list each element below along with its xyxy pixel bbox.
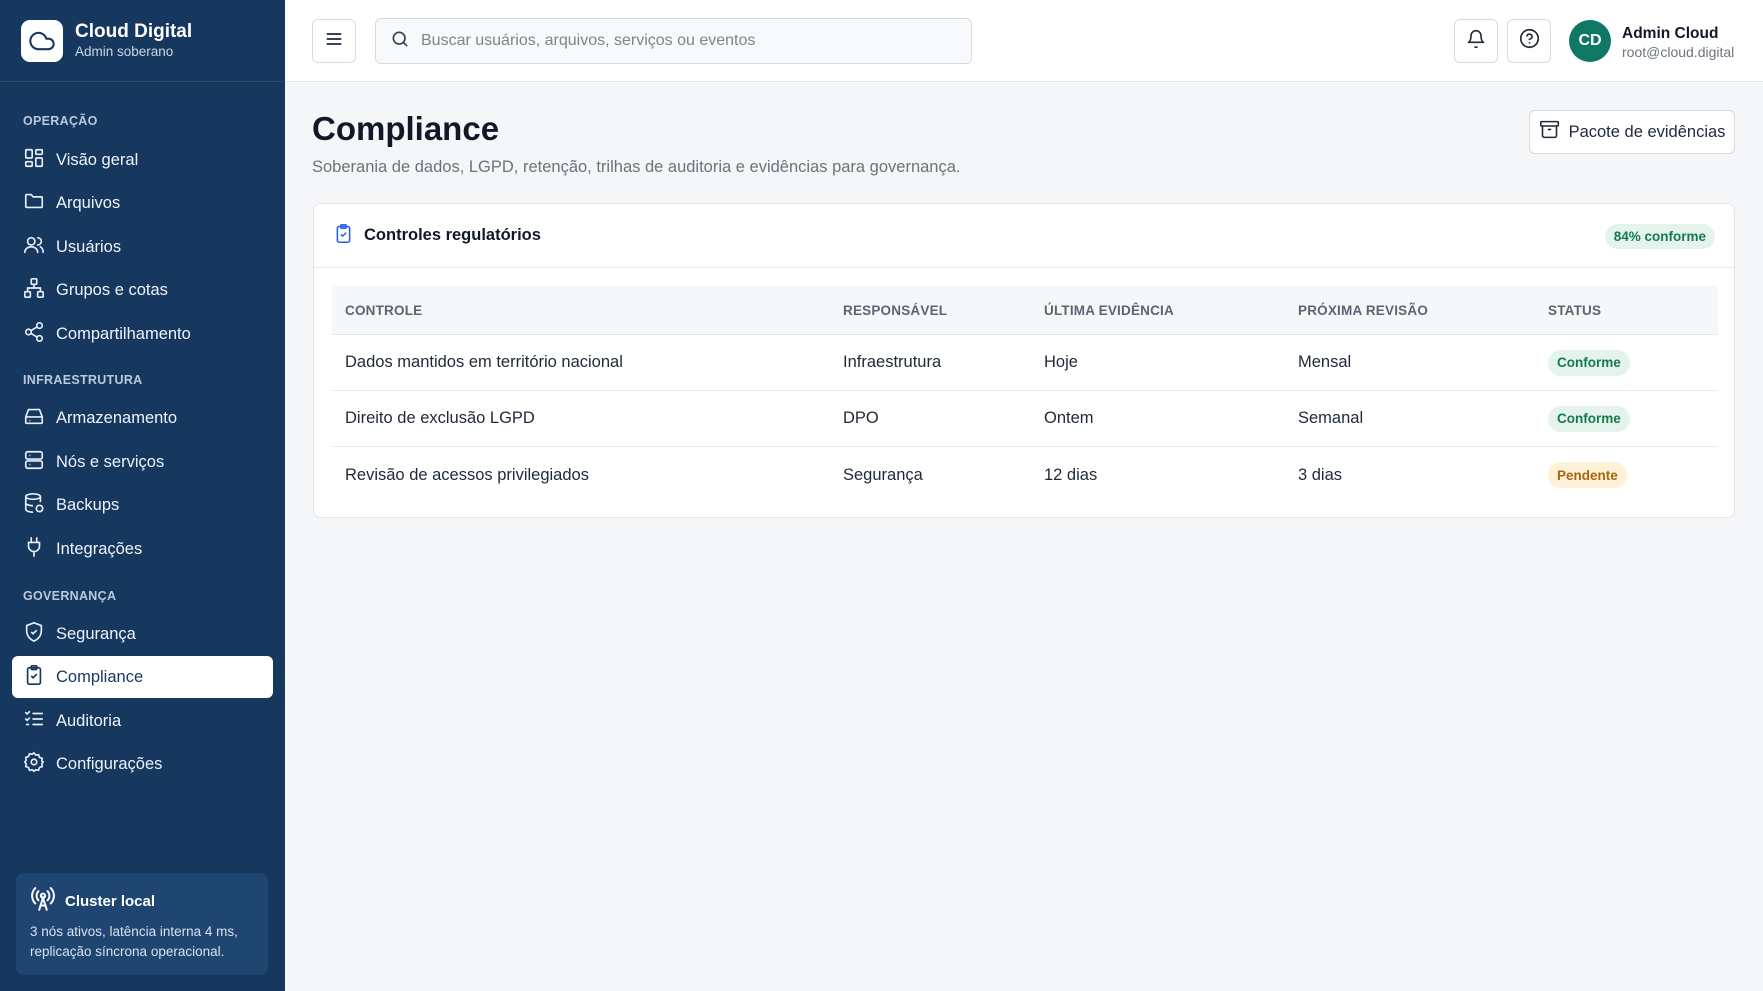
search-box <box>375 18 972 64</box>
column-header-responsavel[interactable]: RESPONSÁVEL <box>843 303 947 318</box>
sidebar-item-label: Integrações <box>56 539 143 558</box>
sidebar-item-usuarios[interactable]: Usuários <box>12 226 273 268</box>
sidebar-item-label: Usuários <box>56 237 122 256</box>
nav-section-operacao: OPERAÇÃO <box>23 114 98 128</box>
sidebar-item-label: Configurações <box>56 754 163 773</box>
list-checks-icon <box>23 708 45 735</box>
cell-owner: DPO <box>843 409 879 427</box>
gear-icon <box>23 751 45 778</box>
sidebar-item-label: Auditoria <box>56 711 122 730</box>
cell-next-review: Mensal <box>1298 353 1352 371</box>
sidebar-item-label: Nós e serviços <box>56 452 165 471</box>
share-icon <box>23 321 45 348</box>
cell-control: Direito de exclusão LGPD <box>345 409 535 427</box>
sidebar-item-label: Segurança <box>56 624 136 643</box>
sidebar-item-backups[interactable]: Backups <box>12 484 273 526</box>
sidebar-item-seguranca[interactable]: Segurança <box>12 613 273 655</box>
sidebar-item-compliance[interactable]: Compliance <box>12 656 273 698</box>
sidebar-item-arquivos[interactable]: Arquivos <box>12 182 273 224</box>
user-email: root@cloud.digital <box>1622 44 1735 60</box>
topbar: CD Admin Cloud root@cloud.digital <box>285 0 1763 82</box>
cell-last-evidence: Ontem <box>1044 409 1094 427</box>
table-row[interactable]: Dados mantidos em território nacional In… <box>332 335 1718 391</box>
evidence-button-label: Pacote de evidências <box>1568 122 1726 141</box>
cell-last-evidence: 12 dias <box>1044 465 1098 484</box>
users-icon <box>23 234 45 261</box>
table-row[interactable]: Direito de exclusão LGPD DPO Ontem Seman… <box>332 391 1718 447</box>
status-badge: Pendente <box>1548 462 1627 488</box>
hard-drive-icon <box>23 405 45 432</box>
nav-section-infraestrutura: INFRAESTRUTURA <box>23 373 143 387</box>
folder-icon <box>23 190 45 217</box>
radio-tower-icon <box>30 886 65 916</box>
database-backup-icon <box>23 492 45 519</box>
sidebar-item-label: Armazenamento <box>56 408 178 427</box>
table-header: CONTROLE RESPONSÁVEL ÚLTIMA EVIDÊNCIA PR… <box>332 286 1718 335</box>
search-input[interactable] <box>421 32 961 50</box>
sidebar: Cloud Digital Admin soberano OPERAÇÃO Vi… <box>0 0 285 991</box>
status-badge: Conforme <box>1548 405 1630 432</box>
regulatory-controls-card: Controles regulatórios 84% conforme CONT… <box>313 203 1735 518</box>
sidebar-item-auditoria[interactable]: Auditoria <box>12 700 273 742</box>
sidebar-item-nos-e-servicos[interactable]: Nós e serviços <box>12 441 273 483</box>
clipboard-check-icon <box>333 223 354 249</box>
sidebar-item-armazenamento[interactable]: Armazenamento <box>12 397 273 439</box>
sidebar-item-label: Visão geral <box>56 150 139 169</box>
cell-owner: Segurança <box>843 465 923 484</box>
help-button[interactable] <box>1507 19 1551 63</box>
user-info[interactable]: Admin Cloud root@cloud.digital <box>1622 24 1734 61</box>
card-title: Controles regulatórios <box>364 226 541 244</box>
cluster-description: 3 nós ativos, latência interna 4 ms, rep… <box>30 924 238 959</box>
shield-icon <box>23 621 45 648</box>
sidebar-item-compartilhamento[interactable]: Compartilhamento <box>12 313 273 355</box>
page-subtitle: Soberania de dados, LGPD, retenção, tril… <box>312 158 961 176</box>
cell-owner: Infraestrutura <box>843 353 942 371</box>
avatar[interactable]: CD <box>1569 20 1611 62</box>
evidence-package-button[interactable]: Pacote de evidências <box>1529 110 1735 154</box>
sidebar-item-grupos-e-cotas[interactable]: Grupos e cotas <box>12 269 273 311</box>
plug-icon <box>23 536 45 563</box>
cell-next-review: Semanal <box>1298 409 1364 427</box>
hamburger-icon <box>324 29 344 54</box>
conformance-badge: 84% conforme <box>1604 224 1715 249</box>
sidebar-item-label: Grupos e cotas <box>56 280 168 299</box>
sidebar-item-label: Backups <box>56 495 120 514</box>
page-title: Compliance <box>312 110 500 147</box>
brand: Cloud Digital Admin soberano <box>0 0 285 82</box>
archive-icon <box>1539 119 1569 145</box>
column-header-status[interactable]: STATUS <box>1548 303 1601 318</box>
sidebar-item-integracoes[interactable]: Integrações <box>12 528 273 570</box>
network-icon <box>23 277 45 304</box>
controls-table: CONTROLE RESPONSÁVEL ÚLTIMA EVIDÊNCIA PR… <box>332 286 1718 503</box>
cell-next-review: 3 dias <box>1298 465 1343 484</box>
clipboard-check-icon <box>23 664 45 691</box>
brand-subtitle: Admin soberano <box>75 43 174 59</box>
status-badge: Conforme <box>1548 349 1630 376</box>
nav-section-governanca: GOVERNANÇA <box>23 589 117 603</box>
menu-button[interactable] <box>312 19 356 63</box>
column-header-ultima-evidencia[interactable]: ÚLTIMA EVIDÊNCIA <box>1044 303 1174 318</box>
user-name: Admin Cloud <box>1622 25 1719 42</box>
bell-icon <box>1466 29 1486 54</box>
sidebar-item-label: Compliance <box>56 667 144 686</box>
help-circle-icon <box>1519 28 1540 54</box>
dashboard-icon <box>23 147 45 174</box>
server-icon <box>23 449 45 476</box>
sidebar-item-configuracoes[interactable]: Configurações <box>12 743 273 785</box>
cluster-title: Cluster local <box>65 892 156 910</box>
brand-title: Cloud Digital <box>75 20 193 42</box>
cell-last-evidence: Hoje <box>1044 353 1078 371</box>
sidebar-item-label: Compartilhamento <box>56 324 191 343</box>
cloud-logo-icon <box>21 19 63 62</box>
cluster-status-panel: Cluster local 3 nós ativos, latência int… <box>16 873 268 975</box>
column-header-proxima-revisao[interactable]: PRÓXIMA REVISÃO <box>1298 303 1428 318</box>
table-row[interactable]: Revisão de acessos privilegiados Seguran… <box>332 447 1718 503</box>
sidebar-item-visao-geral[interactable]: Visão geral <box>12 139 273 181</box>
sidebar-item-label: Arquivos <box>56 193 121 212</box>
cell-control: Dados mantidos em território nacional <box>345 353 623 371</box>
notifications-button[interactable] <box>1454 19 1498 63</box>
cell-control: Revisão de acessos privilegiados <box>345 465 589 484</box>
search-icon <box>390 29 410 54</box>
column-header-controle[interactable]: CONTROLE <box>345 303 422 318</box>
